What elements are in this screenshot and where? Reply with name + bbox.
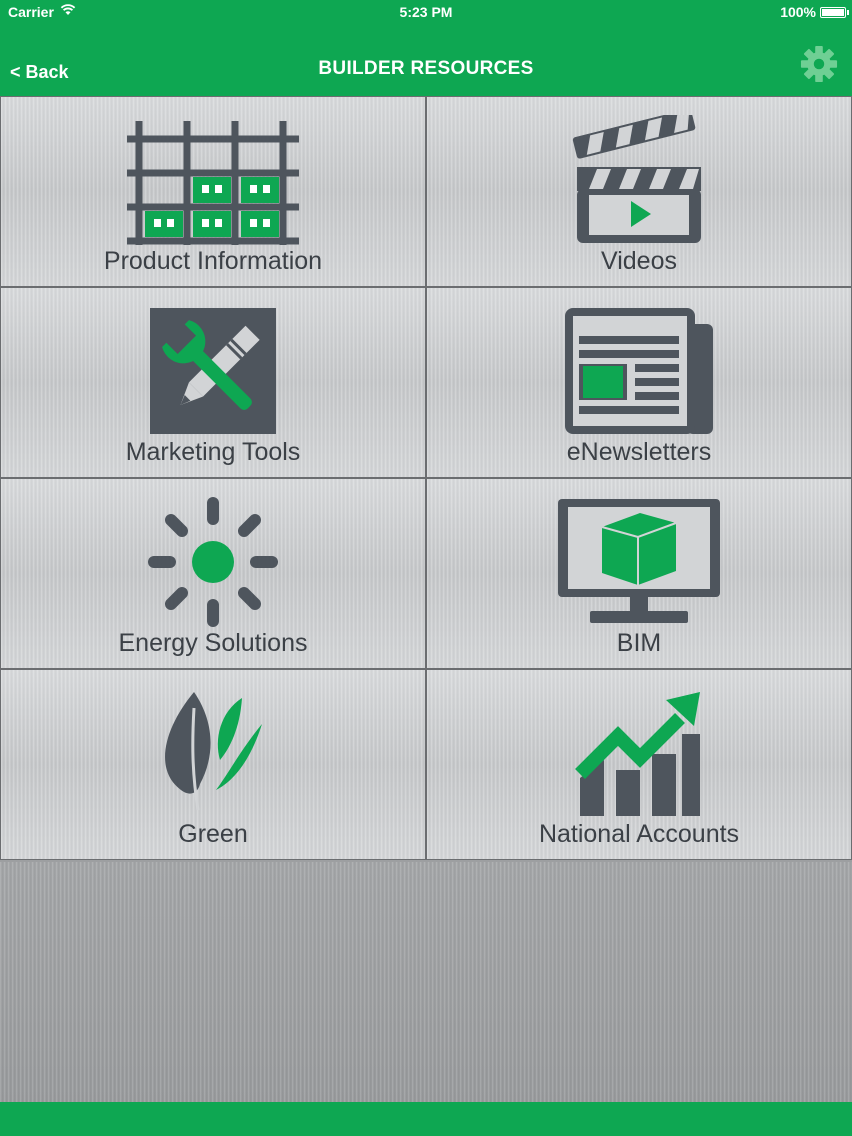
tile-videos[interactable]: Videos <box>426 96 852 287</box>
tile-marketing-tools[interactable]: Marketing Tools <box>0 287 426 478</box>
tile-label: National Accounts <box>538 820 740 848</box>
tile-green[interactable]: Green <box>0 669 426 860</box>
bottom-bar <box>0 1102 852 1136</box>
growth-chart-icon <box>427 688 851 823</box>
page-title: BUILDER RESOURCES <box>318 58 534 79</box>
monitor-cube-icon <box>427 497 851 632</box>
tile-label: Energy Solutions <box>118 629 308 657</box>
tile-national-accounts[interactable]: National Accounts <box>426 669 852 860</box>
tile-label: Marketing Tools <box>125 438 301 466</box>
tile-label: Product Information <box>103 247 323 275</box>
tile-enewsletters[interactable]: eNewsletters <box>426 287 852 478</box>
clock: 5:23 PM <box>399 4 453 20</box>
battery-percent: 100% <box>780 4 816 20</box>
tile-label: eNewsletters <box>566 438 712 466</box>
tile-product-information[interactable]: Product Information <box>0 96 426 287</box>
gear-icon[interactable] <box>800 45 838 83</box>
tile-label: BIM <box>616 629 662 657</box>
tile-label: Green <box>178 820 248 848</box>
clapperboard-icon <box>427 115 851 250</box>
wrench-pencil-icon <box>1 306 425 441</box>
battery-tip <box>847 10 849 15</box>
navigation-bar: < Back BUILDER RESOURCES <box>0 24 852 96</box>
tile-label: Videos <box>601 247 677 275</box>
tile-energy-solutions[interactable]: Energy Solutions <box>0 478 426 669</box>
status-bar: Carrier 5:23 PM 100% <box>0 0 852 24</box>
newspaper-icon <box>427 306 851 441</box>
leaf-icon <box>1 688 425 823</box>
resource-grid: Product Information Videos Marketing Too… <box>0 96 852 862</box>
sun-icon <box>1 497 425 632</box>
tile-bim[interactable]: BIM <box>426 478 852 669</box>
product-grid-icon <box>1 115 425 250</box>
brushed-metal-background <box>0 862 852 1102</box>
battery-icon <box>820 7 846 18</box>
